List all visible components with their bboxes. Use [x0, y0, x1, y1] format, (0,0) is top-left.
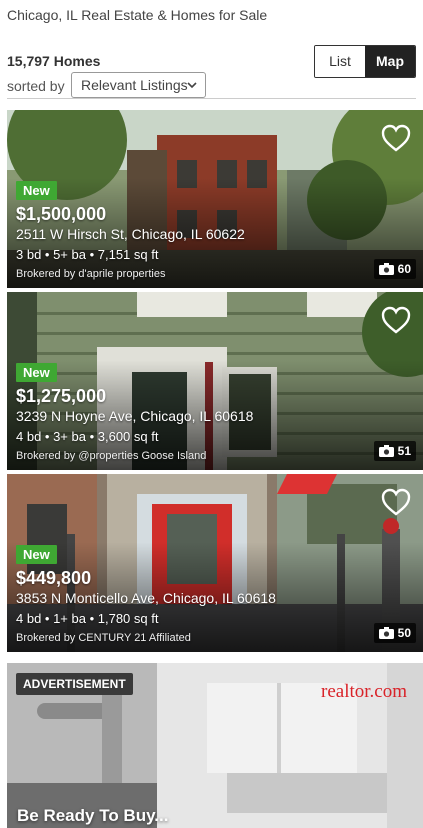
sorted-by-label: sorted by: [7, 78, 65, 94]
listing-specs: 4 bd • 3+ ba • 3,600 sq ft: [16, 429, 159, 444]
listing-broker: Brokered by @properties Goose Island: [16, 450, 207, 462]
listing-price: $1,500,000: [16, 204, 107, 224]
camera-icon: [378, 627, 394, 639]
photo-count-value: 60: [397, 262, 411, 276]
results-count: 15,797 Homes: [7, 53, 101, 69]
list-view-button[interactable]: List: [315, 46, 365, 77]
realtor-logo: realtor.com: [321, 681, 407, 702]
new-badge: New: [16, 181, 57, 200]
photo-count-badge[interactable]: 50: [373, 623, 416, 643]
photo-count-value: 50: [397, 626, 411, 640]
listing-address[interactable]: 2511 W Hirsch St, Chicago, IL 60622: [16, 226, 245, 242]
favorite-heart-icon[interactable]: [381, 124, 411, 152]
chevron-down-icon: [187, 82, 197, 89]
listing-broker: Brokered by d'aprile properties: [16, 268, 166, 280]
sort-select-value: Relevant Listings: [81, 77, 188, 93]
listing-address[interactable]: 3853 N Monticello Ave, Chicago, IL 60618: [16, 590, 276, 606]
listing-address[interactable]: 3239 N Hoyne Ave, Chicago, IL 60618: [16, 408, 253, 424]
header-divider: [7, 98, 416, 99]
listing-specs: 4 bd • 1+ ba • 1,780 sq ft: [16, 611, 159, 626]
advertisement-label: ADVERTISEMENT: [16, 673, 133, 695]
camera-icon: [378, 263, 394, 275]
new-badge: New: [16, 545, 57, 564]
listing-card[interactable]: New $449,800 3853 N Monticello Ave, Chic…: [7, 474, 423, 652]
listing-price: $1,275,000: [16, 386, 107, 406]
favorite-heart-icon[interactable]: [381, 488, 411, 516]
page-title: Chicago, IL Real Estate & Homes for Sale: [7, 7, 268, 23]
listing-card[interactable]: New $1,275,000 3239 N Hoyne Ave, Chicago…: [7, 292, 423, 470]
map-view-button[interactable]: Map: [365, 46, 415, 77]
view-toggle: List Map: [314, 45, 416, 78]
photo-count-badge[interactable]: 60: [373, 259, 416, 279]
listing-broker: Brokered by CENTURY 21 Affiliated: [16, 632, 191, 644]
photo-count-value: 51: [397, 444, 411, 458]
listing-price: $449,800: [16, 568, 92, 588]
new-badge: New: [16, 363, 57, 382]
favorite-heart-icon[interactable]: [381, 306, 411, 334]
ad-headline[interactable]: Be Ready To Buy...: [17, 806, 168, 826]
listing-specs: 3 bd • 5+ ba • 7,151 sq ft: [16, 247, 159, 262]
advertisement-banner[interactable]: ADVERTISEMENT realtor.com Be Ready To Bu…: [7, 663, 423, 828]
sort-select[interactable]: Relevant Listings: [71, 72, 206, 98]
photo-count-badge[interactable]: 51: [373, 441, 416, 461]
listing-card[interactable]: New $1,500,000 2511 W Hirsch St, Chicago…: [7, 110, 423, 288]
camera-icon: [378, 445, 394, 457]
